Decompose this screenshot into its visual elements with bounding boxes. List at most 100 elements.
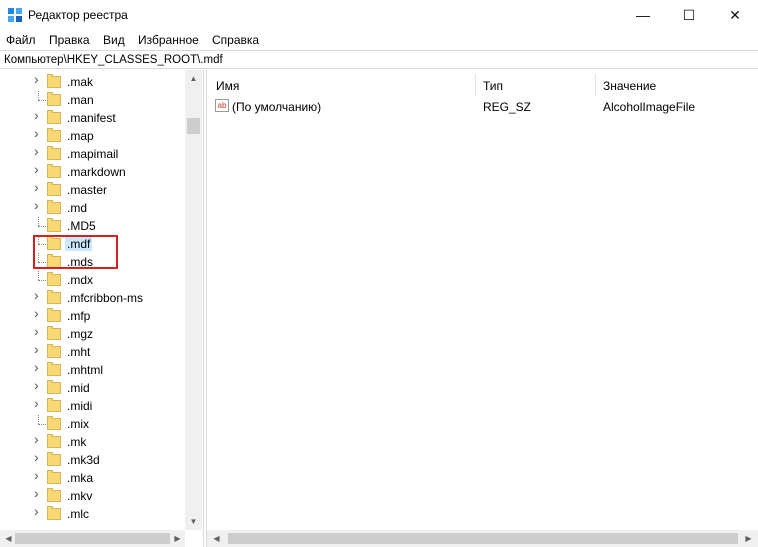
tree-item-label: .markdown	[67, 165, 126, 179]
values-horizontal-scrollbar[interactable]: ◀ ▶	[207, 530, 758, 547]
folder-icon	[47, 416, 61, 430]
chevron-right-icon[interactable]: ›	[34, 450, 44, 464]
minimize-icon: —	[636, 7, 650, 23]
folder-icon	[47, 164, 61, 178]
chevron-right-icon[interactable]: ›	[34, 72, 44, 86]
tree-item[interactable]: › .mlc	[0, 504, 185, 523]
tree-item[interactable]: › .manifest	[0, 108, 185, 127]
chevron-right-icon[interactable]: ›	[34, 360, 44, 374]
tree-item-label: .man	[67, 93, 94, 107]
values-hscroll-thumb[interactable]	[228, 533, 738, 544]
chevron-right-icon[interactable]: ›	[34, 144, 44, 158]
tree-item[interactable]: › .master	[0, 180, 185, 199]
tree-scroll-thumb[interactable]	[187, 118, 200, 134]
tree-vertical-scrollbar[interactable]: ▲ ▼	[185, 70, 202, 530]
column-name[interactable]: Имя	[216, 79, 239, 93]
column-value[interactable]: Значение	[603, 79, 656, 93]
folder-icon	[47, 506, 61, 520]
pane-splitter[interactable]	[203, 70, 207, 547]
chevron-right-icon[interactable]: ›	[34, 306, 44, 320]
scroll-left-icon[interactable]: ◀	[3, 533, 14, 544]
folder-icon	[47, 380, 61, 394]
tree-item[interactable]: › .map	[0, 126, 185, 145]
chevron-right-icon[interactable]: ›	[34, 108, 44, 122]
chevron-right-icon[interactable]: ›	[34, 126, 44, 140]
scroll-up-icon[interactable]: ▲	[188, 73, 199, 84]
chevron-right-icon[interactable]: ›	[34, 288, 44, 302]
chevron-right-icon[interactable]: ›	[34, 378, 44, 392]
tree-item[interactable]: .man	[0, 91, 185, 109]
chevron-right-icon[interactable]: ›	[34, 162, 44, 176]
scroll-right-icon[interactable]: ▶	[172, 533, 183, 544]
chevron-right-icon[interactable]: ›	[34, 198, 44, 212]
tree-item[interactable]: › .mapimail	[0, 144, 185, 163]
close-button[interactable]: ✕	[712, 0, 758, 30]
scroll-down-icon[interactable]: ▼	[188, 516, 199, 527]
tree-item[interactable]: › .mak	[0, 72, 185, 91]
tree-item[interactable]: .MD5	[0, 217, 185, 235]
folder-icon	[47, 92, 61, 106]
chevron-right-icon[interactable]: ›	[34, 180, 44, 194]
tree-connector	[38, 91, 39, 100]
folder-icon	[47, 452, 61, 466]
chevron-right-icon[interactable]: ›	[34, 432, 44, 446]
folder-icon	[47, 146, 61, 160]
column-type[interactable]: Тип	[483, 79, 503, 93]
registry-tree[interactable]: › .mak .man › .manifest › .map › .mapimail › .mark…	[0, 70, 203, 530]
folder-icon	[47, 308, 61, 322]
menu-favorites[interactable]: Избранное	[138, 33, 199, 47]
column-divider[interactable]	[475, 74, 476, 96]
chevron-right-icon[interactable]: ›	[34, 468, 44, 482]
tree-hscroll-thumb[interactable]	[15, 533, 170, 544]
folder-icon	[47, 272, 61, 286]
folder-icon	[47, 398, 61, 412]
tree-item[interactable]: .mix	[0, 415, 185, 433]
highlight-annotation	[33, 235, 118, 269]
registry-editor-icon	[8, 8, 22, 22]
address-bar[interactable]: Компьютер\HKEY_CLASSES_ROOT\.mdf	[0, 50, 758, 69]
value-row[interactable]: ab (По умолчанию) REG_SZ AlcoholImageFil…	[207, 96, 758, 116]
tree-item-label: .mka	[67, 471, 94, 485]
address-path[interactable]: Компьютер\HKEY_CLASSES_ROOT\.mdf	[4, 54, 223, 66]
value-type: REG_SZ	[483, 100, 532, 114]
tree-item[interactable]: › .mhtml	[0, 360, 185, 379]
minimize-button[interactable]: —	[620, 0, 666, 30]
menu-edit[interactable]: Правка	[49, 33, 90, 47]
maximize-button[interactable]: ☐	[666, 0, 712, 30]
maximize-icon: ☐	[682, 6, 696, 23]
folder-icon	[47, 110, 61, 124]
tree-item[interactable]: .mdx	[0, 271, 185, 289]
scroll-left-icon[interactable]: ◀	[211, 533, 222, 544]
tree-item[interactable]: › .markdown	[0, 162, 185, 181]
tree-item[interactable]: › .mk	[0, 432, 185, 451]
tree-horizontal-scrollbar[interactable]: ◀ ▶	[0, 530, 185, 547]
tree-item[interactable]: › .md	[0, 198, 185, 217]
folder-icon	[47, 434, 61, 448]
menu-help[interactable]: Справка	[212, 33, 259, 47]
tree-item-label: .mkv	[67, 489, 93, 503]
tree-item[interactable]: › .mht	[0, 342, 185, 361]
chevron-right-icon[interactable]: ›	[34, 324, 44, 338]
tree-item-label: .mht	[67, 345, 91, 359]
folder-icon	[47, 182, 61, 196]
menu-file[interactable]: Файл	[6, 33, 36, 47]
tree-item[interactable]: › .mka	[0, 468, 185, 487]
column-divider[interactable]	[595, 74, 596, 96]
tree-item[interactable]: › .midi	[0, 396, 185, 415]
tree-item[interactable]: › .mgz	[0, 324, 185, 343]
tree-item-label: .mapimail	[67, 147, 119, 161]
title-bar[interactable]: Редактор реестра — ☐ ✕	[0, 0, 758, 30]
menu-view[interactable]: Вид	[103, 33, 125, 47]
chevron-right-icon[interactable]: ›	[34, 504, 44, 518]
chevron-right-icon[interactable]: ›	[34, 342, 44, 356]
tree-item[interactable]: › .mfp	[0, 306, 185, 325]
folder-icon	[47, 74, 61, 88]
tree-item[interactable]: › .mfcribbon-ms	[0, 288, 185, 307]
scroll-right-icon[interactable]: ▶	[743, 533, 754, 544]
tree-item[interactable]: › .mid	[0, 378, 185, 397]
tree-item-label: .mgz	[67, 327, 94, 341]
tree-item[interactable]: › .mk3d	[0, 450, 185, 469]
chevron-right-icon[interactable]: ›	[34, 486, 44, 500]
tree-item[interactable]: › .mkv	[0, 486, 185, 505]
chevron-right-icon[interactable]: ›	[34, 396, 44, 410]
